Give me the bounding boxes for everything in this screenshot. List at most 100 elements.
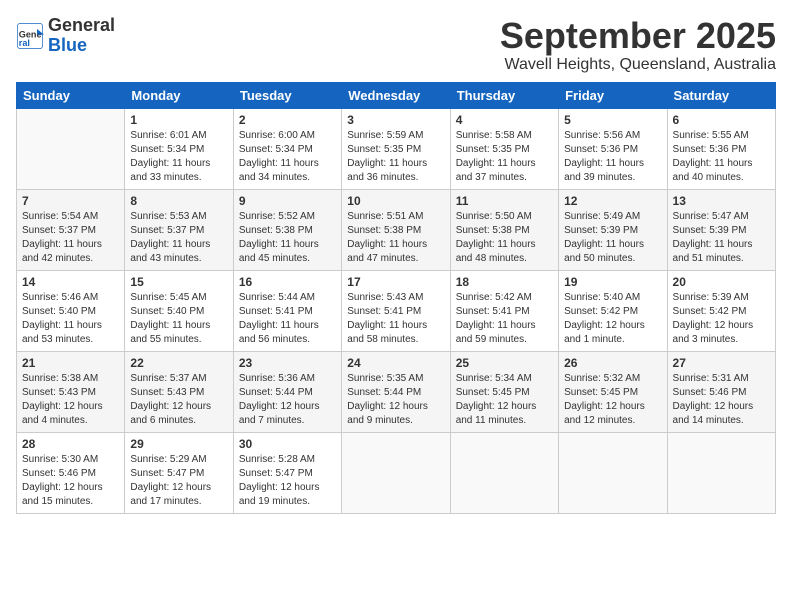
column-header-monday: Monday xyxy=(125,82,233,108)
day-info: Sunrise: 5:47 AM Sunset: 5:39 PM Dayligh… xyxy=(673,210,770,266)
calendar-cell: 12 Sunrise: 5:49 AM Sunset: 5:39 PM Dayli… xyxy=(559,189,667,270)
calendar-cell: 13 Sunrise: 5:47 AM Sunset: 5:39 PM Dayli… xyxy=(667,189,775,270)
logo-general-text: General xyxy=(48,16,115,36)
calendar-cell: 1 Sunrise: 6:01 AM Sunset: 5:34 PM Daylig… xyxy=(125,108,233,189)
calendar-cell: 30 Sunrise: 5:28 AM Sunset: 5:47 PM Dayli… xyxy=(233,432,341,513)
day-info: Sunrise: 5:36 AM Sunset: 5:44 PM Dayligh… xyxy=(239,372,336,428)
day-number: 14 xyxy=(22,275,119,289)
column-header-sunday: Sunday xyxy=(17,82,125,108)
day-number: 1 xyxy=(130,113,227,127)
calendar-week-2: 7 Sunrise: 5:54 AM Sunset: 5:37 PM Daylig… xyxy=(17,189,776,270)
day-info: Sunrise: 5:28 AM Sunset: 5:47 PM Dayligh… xyxy=(239,453,336,509)
calendar-cell: 15 Sunrise: 5:45 AM Sunset: 5:40 PM Dayli… xyxy=(125,270,233,351)
calendar-cell: 20 Sunrise: 5:39 AM Sunset: 5:42 PM Dayli… xyxy=(667,270,775,351)
day-info: Sunrise: 5:59 AM Sunset: 5:35 PM Dayligh… xyxy=(347,129,444,185)
day-number: 10 xyxy=(347,194,444,208)
day-number: 15 xyxy=(130,275,227,289)
day-number: 4 xyxy=(456,113,553,127)
calendar-cell: 27Sunrise: 5:31 AM Sunset: 5:46 PM Dayli… xyxy=(667,351,775,432)
day-number: 3 xyxy=(347,113,444,127)
calendar-cell xyxy=(450,432,558,513)
day-info: Sunrise: 5:43 AM Sunset: 5:41 PM Dayligh… xyxy=(347,291,444,347)
day-info: Sunrise: 5:34 AM Sunset: 5:45 PM Dayligh… xyxy=(456,372,553,428)
page-header: Gene ral General Blue September 2025 Wav… xyxy=(16,16,776,74)
day-info: Sunrise: 5:31 AM Sunset: 5:46 PM Dayligh… xyxy=(673,372,770,428)
day-info: Sunrise: 5:49 AM Sunset: 5:39 PM Dayligh… xyxy=(564,210,661,266)
column-header-wednesday: Wednesday xyxy=(342,82,450,108)
day-number: 8 xyxy=(130,194,227,208)
logo-icon: Gene ral xyxy=(16,22,44,50)
day-number: 11 xyxy=(456,194,553,208)
calendar-cell: 7 Sunrise: 5:54 AM Sunset: 5:37 PM Daylig… xyxy=(17,189,125,270)
day-number: 17 xyxy=(347,275,444,289)
day-info: Sunrise: 5:39 AM Sunset: 5:42 PM Dayligh… xyxy=(673,291,770,347)
calendar-cell: 21Sunrise: 5:38 AM Sunset: 5:43 PM Dayli… xyxy=(17,351,125,432)
day-number: 18 xyxy=(456,275,553,289)
day-info: Sunrise: 6:00 AM Sunset: 5:34 PM Dayligh… xyxy=(239,129,336,185)
calendar-cell: 25 Sunrise: 5:34 AM Sunset: 5:45 PM Dayli… xyxy=(450,351,558,432)
logo-blue-text: Blue xyxy=(48,36,115,56)
day-info: Sunrise: 5:32 AM Sunset: 5:45 PM Dayligh… xyxy=(564,372,661,428)
day-number: 6 xyxy=(673,113,770,127)
day-info: Sunrise: 5:53 AM Sunset: 5:37 PM Dayligh… xyxy=(130,210,227,266)
day-number: 16 xyxy=(239,275,336,289)
day-number: 19 xyxy=(564,275,661,289)
calendar-cell xyxy=(667,432,775,513)
calendar-cell: 28 Sunrise: 5:30 AM Sunset: 5:46 PM Dayli… xyxy=(17,432,125,513)
day-info: Sunrise: 5:29 AM Sunset: 5:47 PM Dayligh… xyxy=(130,453,227,509)
day-number: 25 xyxy=(456,356,553,370)
calendar-cell: 19 Sunrise: 5:40 AM Sunset: 5:42 PM Dayli… xyxy=(559,270,667,351)
logo: Gene ral General Blue xyxy=(16,16,115,56)
calendar-cell: 8 Sunrise: 5:53 AM Sunset: 5:37 PM Daylig… xyxy=(125,189,233,270)
day-info: Sunrise: 5:42 AM Sunset: 5:41 PM Dayligh… xyxy=(456,291,553,347)
calendar-cell: 18 Sunrise: 5:42 AM Sunset: 5:41 PM Dayli… xyxy=(450,270,558,351)
day-number: 5 xyxy=(564,113,661,127)
day-info: Sunrise: 5:50 AM Sunset: 5:38 PM Dayligh… xyxy=(456,210,553,266)
svg-text:ral: ral xyxy=(19,38,30,48)
day-number: 9 xyxy=(239,194,336,208)
calendar-cell: 11 Sunrise: 5:50 AM Sunset: 5:38 PM Dayli… xyxy=(450,189,558,270)
day-info: Sunrise: 5:40 AM Sunset: 5:42 PM Dayligh… xyxy=(564,291,661,347)
calendar-cell: 9 Sunrise: 5:52 AM Sunset: 5:38 PM Daylig… xyxy=(233,189,341,270)
day-info: Sunrise: 5:55 AM Sunset: 5:36 PM Dayligh… xyxy=(673,129,770,185)
day-info: Sunrise: 5:35 AM Sunset: 5:44 PM Dayligh… xyxy=(347,372,444,428)
day-number: 7 xyxy=(22,194,119,208)
calendar-cell: 14 Sunrise: 5:46 AM Sunset: 5:40 PM Dayli… xyxy=(17,270,125,351)
column-header-thursday: Thursday xyxy=(450,82,558,108)
day-number: 28 xyxy=(22,437,119,451)
column-header-tuesday: Tuesday xyxy=(233,82,341,108)
calendar-cell: 16Sunrise: 5:44 AM Sunset: 5:41 PM Dayli… xyxy=(233,270,341,351)
calendar-cell: 3 Sunrise: 5:59 AM Sunset: 5:35 PM Daylig… xyxy=(342,108,450,189)
day-info: Sunrise: 5:30 AM Sunset: 5:46 PM Dayligh… xyxy=(22,453,119,509)
day-number: 2 xyxy=(239,113,336,127)
day-number: 21 xyxy=(22,356,119,370)
day-number: 13 xyxy=(673,194,770,208)
day-info: Sunrise: 5:58 AM Sunset: 5:35 PM Dayligh… xyxy=(456,129,553,185)
calendar-cell: 23Sunrise: 5:36 AM Sunset: 5:44 PM Dayli… xyxy=(233,351,341,432)
day-info: Sunrise: 5:54 AM Sunset: 5:37 PM Dayligh… xyxy=(22,210,119,266)
day-info: Sunrise: 5:46 AM Sunset: 5:40 PM Dayligh… xyxy=(22,291,119,347)
day-number: 20 xyxy=(673,275,770,289)
day-number: 26 xyxy=(564,356,661,370)
calendar-table: SundayMondayTuesdayWednesdayThursdayFrid… xyxy=(16,82,776,514)
calendar-cell: 6 Sunrise: 5:55 AM Sunset: 5:36 PM Daylig… xyxy=(667,108,775,189)
column-header-friday: Friday xyxy=(559,82,667,108)
day-info: Sunrise: 5:37 AM Sunset: 5:43 PM Dayligh… xyxy=(130,372,227,428)
calendar-cell: 24Sunrise: 5:35 AM Sunset: 5:44 PM Dayli… xyxy=(342,351,450,432)
calendar-header-row: SundayMondayTuesdayWednesdayThursdayFrid… xyxy=(17,82,776,108)
location-title: Wavell Heights, Queensland, Australia xyxy=(500,56,776,74)
day-info: Sunrise: 5:52 AM Sunset: 5:38 PM Dayligh… xyxy=(239,210,336,266)
calendar-cell: 10 Sunrise: 5:51 AM Sunset: 5:38 PM Dayli… xyxy=(342,189,450,270)
calendar-cell xyxy=(342,432,450,513)
day-info: Sunrise: 5:51 AM Sunset: 5:38 PM Dayligh… xyxy=(347,210,444,266)
day-info: Sunrise: 5:56 AM Sunset: 5:36 PM Dayligh… xyxy=(564,129,661,185)
day-info: Sunrise: 5:45 AM Sunset: 5:40 PM Dayligh… xyxy=(130,291,227,347)
calendar-cell: 2 Sunrise: 6:00 AM Sunset: 5:34 PM Daylig… xyxy=(233,108,341,189)
day-number: 30 xyxy=(239,437,336,451)
calendar-cell xyxy=(17,108,125,189)
calendar-week-5: 28 Sunrise: 5:30 AM Sunset: 5:46 PM Dayli… xyxy=(17,432,776,513)
column-header-saturday: Saturday xyxy=(667,82,775,108)
day-number: 22 xyxy=(130,356,227,370)
day-info: Sunrise: 6:01 AM Sunset: 5:34 PM Dayligh… xyxy=(130,129,227,185)
day-number: 12 xyxy=(564,194,661,208)
